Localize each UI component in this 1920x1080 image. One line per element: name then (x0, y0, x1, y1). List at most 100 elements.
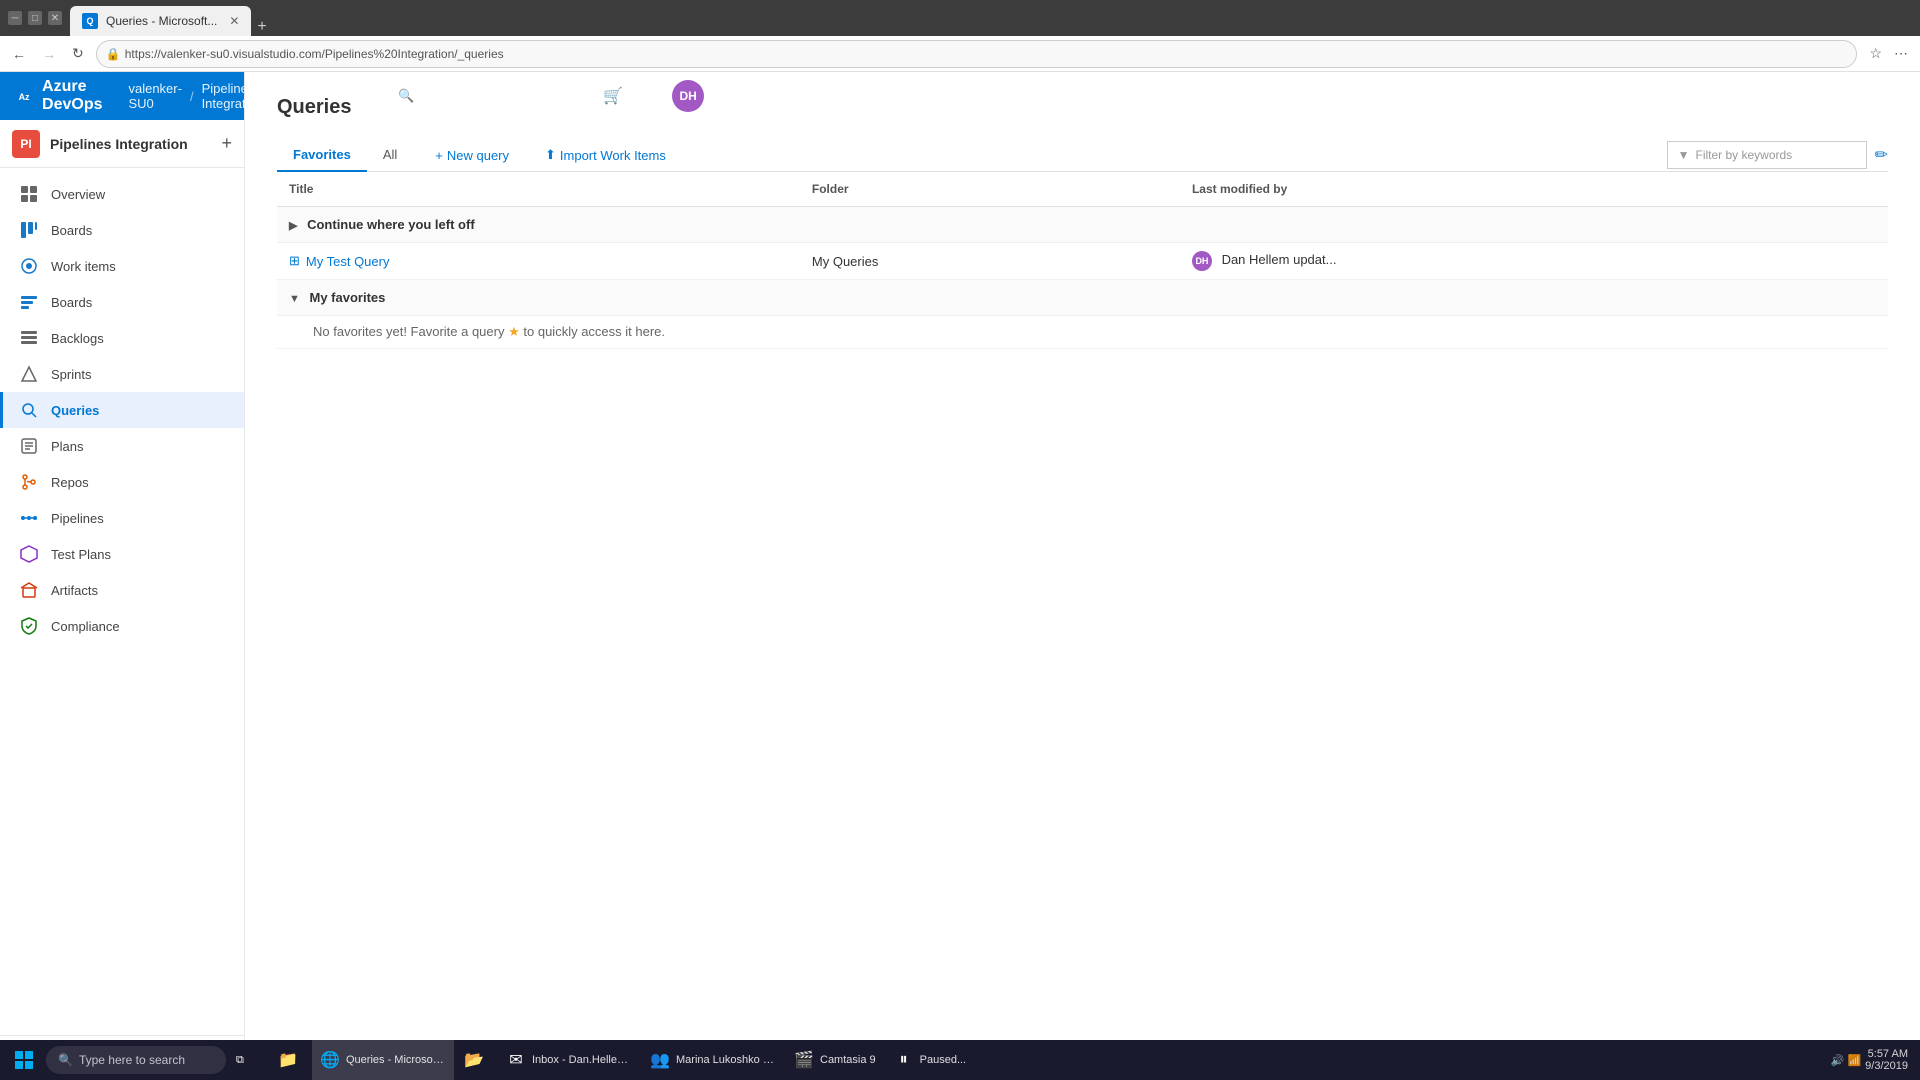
camtasia-btn[interactable]: 🎬 Camtasia 9 (786, 1040, 884, 1080)
backlogs-icon (19, 328, 39, 348)
import-icon: ⬆ (545, 147, 556, 163)
clock-time: 5:57 AM (1865, 1048, 1908, 1060)
boards2-icon (19, 292, 39, 312)
back-btn[interactable]: ← (8, 44, 30, 64)
modifier-name: Dan Hellem updat... (1222, 252, 1337, 267)
import-work-items-btn[interactable]: ⬆ Import Work Items (531, 141, 680, 169)
file-explorer-btn[interactable]: 📁 (270, 1040, 310, 1080)
query-icon: ⊞ (289, 253, 300, 269)
edge-browser-btn[interactable]: 🌐 Queries - Microsoft... (312, 1040, 454, 1080)
sidebar-item-compliance[interactable]: Compliance (0, 608, 244, 644)
sidebar-item-boards2[interactable]: Boards (0, 284, 244, 320)
work-items-icon (19, 256, 39, 276)
tab-favorites[interactable]: Favorites (277, 139, 367, 172)
refresh-btn[interactable]: ↻ (68, 43, 88, 64)
query-modified-by: DH Dan Hellem updat... (1180, 243, 1888, 280)
azure-logo: Az Azure DevOps (16, 78, 112, 114)
taskbar-search[interactable]: 🔍 Type here to search (46, 1046, 226, 1074)
sidebar-add-btn[interactable]: + (221, 133, 232, 154)
overview-label: Overview (51, 187, 105, 202)
tab-all[interactable]: All (367, 139, 413, 172)
browser-actions: ☆ ⋯ (1865, 43, 1912, 64)
new-query-btn[interactable]: + New query (421, 142, 523, 169)
section-my-favorites-toggle[interactable]: ▼ (289, 293, 300, 305)
breadcrumb-org[interactable]: valenker-SU0 (128, 81, 181, 111)
paused-label: Paused... (920, 1054, 966, 1066)
query-title: My Test Query (306, 254, 390, 269)
bookmark-btn[interactable]: ☆ (1865, 43, 1886, 64)
pipelines-icon (19, 508, 39, 528)
repos-icon (19, 472, 39, 492)
section-my-favorites-title: My favorites (310, 290, 386, 305)
start-btn[interactable] (4, 1040, 44, 1080)
sidebar-item-artifacts[interactable]: Artifacts (0, 572, 244, 608)
filter-input-box[interactable]: ▼ Filter by keywords (1667, 141, 1867, 169)
settings-btn[interactable]: ⋯ (1890, 43, 1912, 64)
query-folder: My Queries (800, 243, 1180, 280)
clock-date: 9/3/2019 (1865, 1060, 1908, 1072)
tabs-bar: Favorites All + New query ⬆ Import Work … (277, 139, 1888, 172)
plus-icon: + (435, 148, 443, 163)
sidebar-item-work-items[interactable]: Work items (0, 248, 244, 284)
sidebar-item-test-plans[interactable]: Test Plans (0, 536, 244, 572)
col-modified-by: Last modified by (1180, 172, 1888, 207)
sidebar-item-pipelines[interactable]: Pipelines (0, 500, 244, 536)
repos-label: Repos (51, 475, 89, 490)
svg-text:Az: Az (19, 92, 30, 102)
compliance-label: Compliance (51, 619, 120, 634)
sys-tray-icons: 🔊 📶 (1831, 1054, 1861, 1067)
sprints-label: Sprints (51, 367, 91, 382)
sidebar-item-sprints[interactable]: Sprints (0, 356, 244, 392)
inbox-btn[interactable]: ✉ Inbox - Dan.Hellem... (498, 1040, 640, 1080)
filter-placeholder: Filter by keywords (1695, 148, 1792, 162)
no-favorites-row: No favorites yet! Favorite a query ★ to … (277, 316, 1888, 349)
new-tab-btn[interactable]: + (251, 18, 272, 36)
azure-devops-logo-icon: Az (16, 82, 34, 110)
sidebar-item-queries[interactable]: Queries (0, 392, 244, 428)
section-continue-toggle[interactable]: ▶ (289, 220, 297, 232)
table-row: ⊞ My Test Query My Queries DH Dan Hellem… (277, 243, 1888, 280)
page-title: Queries (277, 96, 1888, 119)
file-manager-icon: 📂 (464, 1050, 484, 1070)
col-title: Title (277, 172, 800, 207)
sidebar-item-plans[interactable]: Plans (0, 428, 244, 464)
sidebar-item-boards[interactable]: Boards (0, 212, 244, 248)
artifacts-icon (19, 580, 39, 600)
paused-btn[interactable]: ⏸ Paused... (886, 1040, 974, 1080)
edit-icon[interactable]: ✏ (1875, 145, 1888, 165)
taskbar-search-placeholder: Type here to search (79, 1053, 185, 1067)
filter-bar: ▼ Filter by keywords ✏ (1667, 141, 1888, 169)
forward-btn[interactable]: → (38, 44, 60, 64)
maximize-btn[interactable]: □ (28, 11, 42, 25)
time-display[interactable]: 5:57 AM 9/3/2019 (1865, 1048, 1908, 1072)
col-folder: Folder (800, 172, 1180, 207)
sidebar: Az Azure DevOps valenker-SU0 / Pipelines… (0, 72, 245, 1080)
queries-table: Title Folder Last modified by ▶ Continue… (277, 172, 1888, 349)
pipelines-label: Pipelines (51, 511, 104, 526)
active-tab[interactable]: Q Queries - Microsoft... ✕ (70, 6, 251, 36)
filter-icon: ▼ (1678, 148, 1690, 162)
plans-icon (19, 436, 39, 456)
top-nav: Az Azure DevOps valenker-SU0 / Pipelines… (0, 72, 244, 120)
teams-btn[interactable]: 👥 Marina Lukoshko | ... (642, 1040, 784, 1080)
task-view-btn[interactable]: ⧉ (228, 1040, 268, 1080)
inbox-icon: ✉ (506, 1050, 526, 1070)
minimize-btn[interactable]: ─ (8, 11, 22, 25)
address-input[interactable] (96, 40, 1858, 68)
boards2-label: Boards (51, 295, 92, 310)
tab-close-icon[interactable]: ✕ (229, 14, 239, 28)
modifier-avatar: DH (1192, 251, 1212, 271)
test-plans-label: Test Plans (51, 547, 111, 562)
sidebar-item-backlogs[interactable]: Backlogs (0, 320, 244, 356)
windows-logo-icon (14, 1050, 34, 1070)
query-my-test-query-link[interactable]: ⊞ My Test Query (289, 253, 788, 269)
no-favorites-text: No favorites yet! Favorite a query ★ to … (289, 308, 689, 355)
star-icon: ★ (508, 324, 523, 339)
sidebar-item-repos[interactable]: Repos (0, 464, 244, 500)
edge-browser-icon: 🌐 (320, 1050, 340, 1070)
address-wrapper: 🔒 (96, 40, 1858, 68)
close-btn[interactable]: ✕ (48, 11, 62, 25)
file-manager-btn[interactable]: 📂 (456, 1040, 496, 1080)
sprints-icon (19, 364, 39, 384)
sidebar-item-overview[interactable]: Overview (0, 176, 244, 212)
